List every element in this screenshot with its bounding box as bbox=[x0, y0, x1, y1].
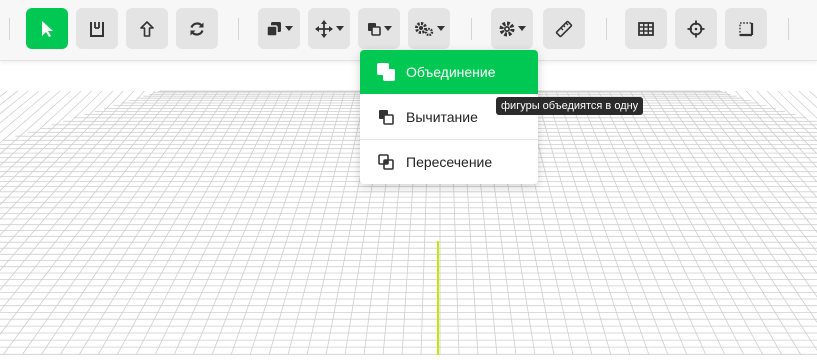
menu-item-union[interactable]: Объединение bbox=[360, 50, 538, 94]
extrude-tool-button[interactable] bbox=[126, 8, 168, 49]
toolbar-separator bbox=[606, 18, 607, 40]
menu-item-label: Вычитание bbox=[406, 109, 478, 125]
crosshair-tool-button[interactable] bbox=[675, 8, 717, 49]
boolean-tool-button[interactable] bbox=[358, 8, 400, 49]
move-arrows-icon bbox=[314, 19, 333, 38]
union-icon bbox=[376, 62, 396, 82]
menu-item-label: Объединение bbox=[406, 64, 496, 80]
select-tool-button[interactable] bbox=[26, 8, 68, 49]
ruler-tool-button[interactable] bbox=[543, 8, 585, 49]
cursor-icon bbox=[42, 20, 53, 37]
gear-icon bbox=[499, 21, 514, 36]
menu-item-intersect[interactable]: Пересечение bbox=[360, 140, 538, 184]
frame-tool-button[interactable] bbox=[725, 8, 767, 49]
toolbar-separator bbox=[9, 18, 10, 40]
caret-down-icon bbox=[335, 26, 344, 31]
tooltip: фигуры объедиятся в одну bbox=[496, 97, 644, 115]
settings-group-tool-button[interactable] bbox=[408, 8, 450, 49]
menu-item-label: Пересечение bbox=[406, 154, 493, 170]
caret-down-icon bbox=[436, 26, 445, 31]
frame-corner-icon bbox=[739, 21, 754, 36]
crosshair-icon bbox=[687, 20, 705, 37]
measure-ruler-tool-button[interactable] bbox=[76, 8, 118, 49]
toolbar-separator bbox=[238, 18, 239, 40]
subtract-icon bbox=[376, 107, 396, 127]
boolean-operations-menu: Объединение Вычитание Пересечение bbox=[360, 50, 538, 184]
ruler-icon bbox=[555, 20, 573, 37]
refresh-icon bbox=[190, 21, 204, 36]
table-icon bbox=[638, 21, 654, 36]
caret-down-icon bbox=[284, 26, 293, 31]
copy-shapes-icon bbox=[265, 21, 281, 37]
caret-down-icon bbox=[517, 26, 526, 31]
move-tool-button[interactable] bbox=[308, 8, 350, 49]
arrow-up-outline-icon bbox=[140, 20, 154, 37]
gears-icon bbox=[414, 21, 433, 36]
toolbar-separator bbox=[471, 18, 472, 40]
toolbar-separator bbox=[788, 18, 789, 40]
caret-down-icon bbox=[383, 26, 392, 31]
copy-tool-button[interactable] bbox=[258, 8, 300, 49]
boolean-shapes-icon bbox=[367, 22, 381, 36]
table-tool-button[interactable] bbox=[625, 8, 667, 49]
settings-tool-button[interactable] bbox=[491, 8, 533, 49]
rotate-tool-button[interactable] bbox=[176, 8, 218, 49]
ruler-bracket-icon bbox=[90, 21, 104, 37]
intersect-icon bbox=[376, 152, 396, 172]
